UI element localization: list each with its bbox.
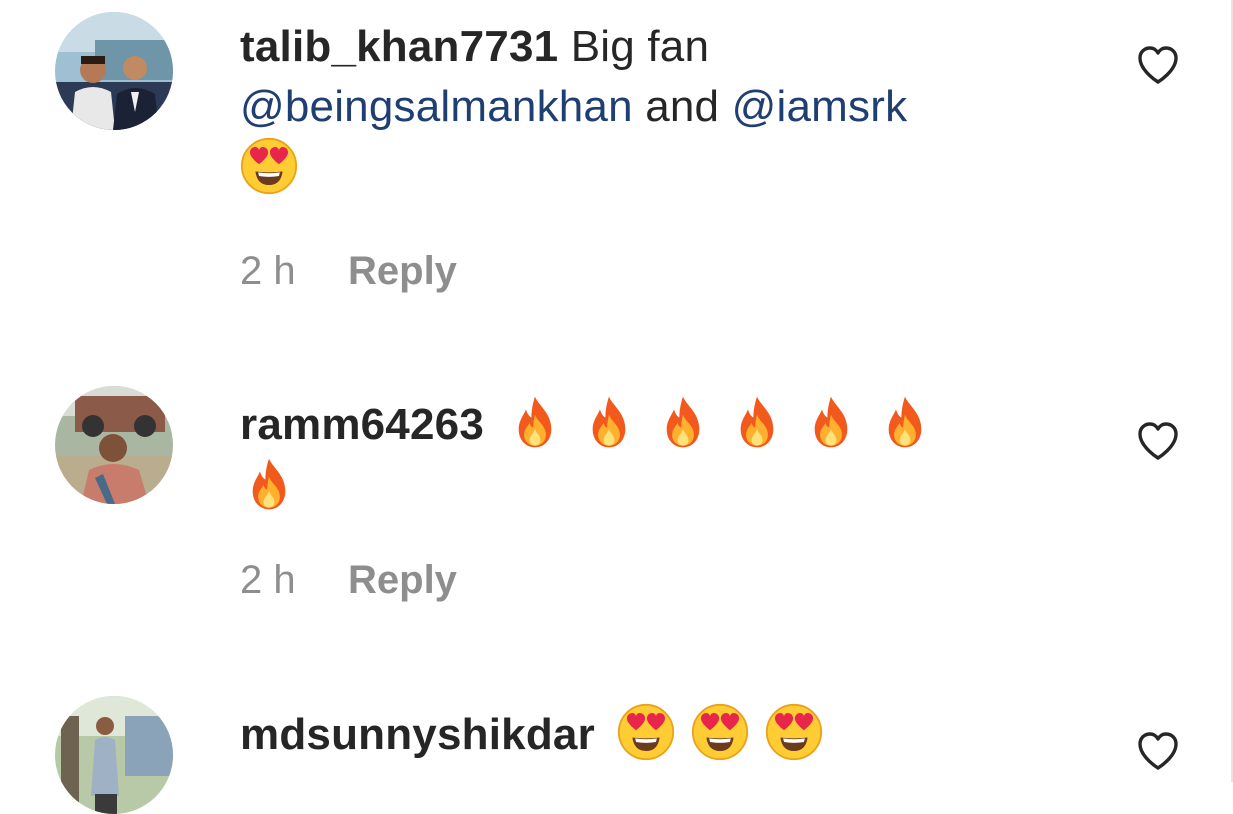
like-heart-icon[interactable] xyxy=(1136,44,1180,86)
fire-emoji-icon xyxy=(654,393,712,451)
avatar[interactable] xyxy=(55,12,173,130)
comment-body: ramm64263 xyxy=(240,393,1060,517)
comment-text: Big fan xyxy=(570,22,710,71)
comment-meta: 2 h Reply xyxy=(240,557,457,603)
comment-body: mdsunnyshikdar xyxy=(240,703,1060,765)
comment-username[interactable]: mdsunnyshikdar xyxy=(240,710,595,759)
heart-eyes-emoji-icon xyxy=(617,703,675,761)
fire-emoji-icon xyxy=(876,393,934,451)
reply-button[interactable]: Reply xyxy=(348,249,457,293)
like-heart-icon[interactable] xyxy=(1136,730,1180,772)
heart-eyes-emoji-icon xyxy=(765,703,823,761)
fire-emoji-icon xyxy=(506,393,564,451)
heart-eyes-emoji-icon xyxy=(240,137,298,195)
comment-meta: 2 h Reply xyxy=(240,248,457,294)
mention-link[interactable]: @iamsrk xyxy=(732,82,908,131)
comment-timestamp: 2 h xyxy=(240,249,296,293)
comment-text: and xyxy=(645,82,720,131)
comment-body: talib_khan7731 Big fan @beingsalmankhan … xyxy=(240,17,1060,199)
fire-emoji-icon xyxy=(802,393,860,451)
avatar[interactable] xyxy=(55,386,173,504)
comment-username[interactable]: talib_khan7731 xyxy=(240,22,558,71)
comment-username[interactable]: ramm64263 xyxy=(240,400,484,449)
avatar[interactable] xyxy=(55,696,173,814)
fire-emoji-icon xyxy=(240,455,298,513)
like-heart-icon[interactable] xyxy=(1136,420,1180,462)
comment-timestamp: 2 h xyxy=(240,558,296,602)
heart-eyes-emoji-icon xyxy=(691,703,749,761)
mention-link[interactable]: @beingsalmankhan xyxy=(240,82,633,131)
fire-emoji-icon xyxy=(580,393,638,451)
fire-emoji-icon xyxy=(728,393,786,451)
reply-button[interactable]: Reply xyxy=(348,558,457,602)
